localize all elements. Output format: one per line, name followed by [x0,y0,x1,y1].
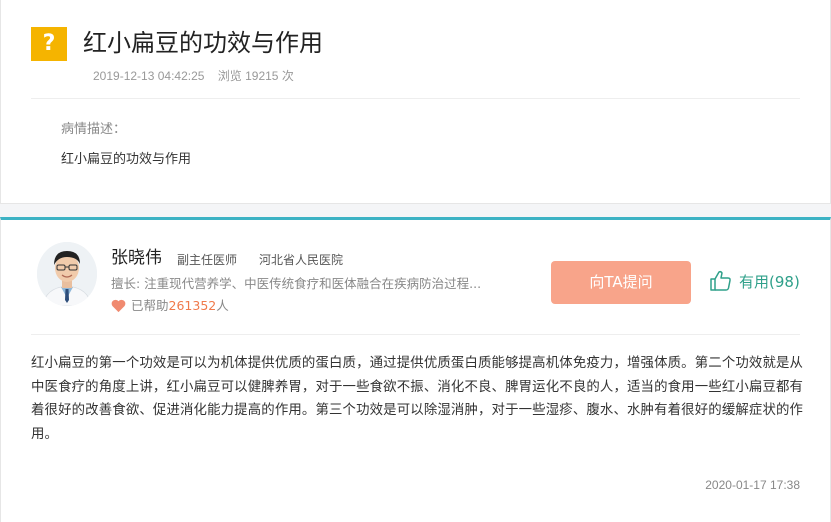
answer-date: 2020-01-17 17:38 [705,478,800,492]
question-card: ? 红小扁豆的功效与作用 2019-12-13 04:42:25 浏览 1921… [0,0,831,204]
question-title: 红小扁豆的功效与作用 [83,29,323,57]
helped-prefix: 已帮助 [131,298,169,313]
useful-label: 有用(98) [739,272,800,291]
doctor-hospital[interactable]: 河北省人民医院 [259,251,343,269]
ask-doctor-button[interactable]: 向TA提问 [551,261,691,304]
question-views: 浏览 19215 次 [217,69,294,83]
helped-number: 261352 [168,298,217,313]
heart-icon [111,299,126,313]
answer-card: 张晓伟 副主任医师 河北省人民医院 擅长: 注重现代营养学、中医传统食疗和医体融… [0,217,831,522]
answer-text: 红小扁豆的第一个功效是可以为机体提供优质的蛋白质，通过提供优质蛋白质能够提高机体… [31,356,803,442]
description-text: 红小扁豆的功效与作用 [61,152,192,167]
doctor-name[interactable]: 张晓伟 [111,246,162,270]
question-meta: 2019-12-13 04:42:25 浏览 19215 次 [93,67,304,85]
thumbs-up-icon [710,270,731,291]
doctor-specialty: 擅长: 注重现代营养学、中医传统食疗和医体融合在疾病防治过程... [111,276,482,291]
divider [31,334,800,335]
question-date: 2019-12-13 04:42:25 [93,69,205,83]
description-label: 病情描述： [61,122,127,137]
doctor-avatar[interactable] [37,242,97,306]
helped-suffix: 人 [216,298,229,313]
helped-count: 已帮助 261352 人 [111,297,229,315]
divider [31,98,800,99]
question-mark-icon: ? [31,27,67,61]
useful-button[interactable]: 有用(98) [709,269,800,293]
doctor-title: 副主任医师 [177,253,238,267]
